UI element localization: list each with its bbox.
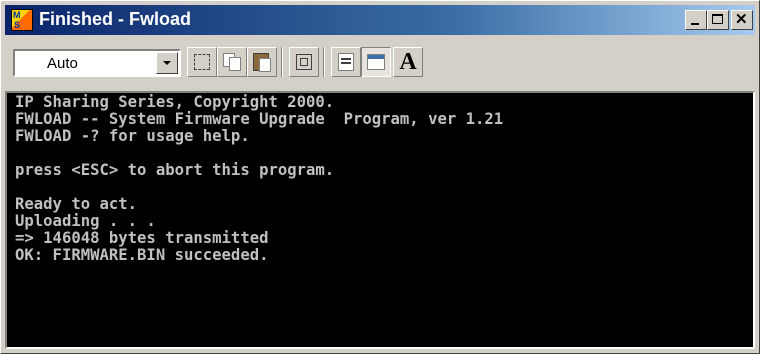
ms-dos-icon[interactable]: M S (11, 9, 33, 31)
toolbar-separator (281, 47, 283, 77)
close-icon: ✕ (735, 11, 748, 28)
toolbar-separator (323, 47, 325, 77)
close-button[interactable]: ✕ (731, 10, 753, 30)
font-icon: A (399, 49, 417, 75)
dos-window: M S Finished - Fwload ✕ Auto A IP Sharin… (0, 0, 760, 354)
full-screen-button[interactable] (289, 47, 319, 77)
console-line: OK: FIRMWARE.BIN succeeded. (15, 246, 269, 264)
console-line: FWLOAD -? for usage help. (15, 127, 250, 145)
mark-button[interactable] (187, 47, 217, 77)
icon-letter-s: S (14, 20, 21, 30)
console-line: press <ESC> to abort this program. (15, 161, 335, 179)
console-line: Ready to act. (15, 195, 138, 213)
maximize-icon (712, 14, 723, 24)
copy-button[interactable] (217, 47, 247, 77)
minimize-icon (691, 23, 699, 25)
maximize-button[interactable] (707, 10, 729, 30)
mark-icon (194, 54, 210, 70)
toolbar: Auto A (5, 37, 755, 91)
font-size-value: Auto (47, 55, 78, 72)
chevron-down-icon[interactable] (156, 52, 178, 74)
console-line: IP Sharing Series, Copyright 2000. (15, 93, 335, 111)
icon-letter-m: M (13, 10, 21, 20)
background-button[interactable] (361, 47, 391, 77)
properties-button[interactable] (331, 47, 361, 77)
window-title: Finished - Fwload (39, 9, 191, 29)
full-screen-icon (296, 54, 312, 70)
console-line: Uploading . . . (15, 212, 156, 230)
console-line: FWLOAD -- System Firmware Upgrade Progra… (15, 110, 504, 128)
title-bar[interactable]: M S Finished - Fwload ✕ (5, 5, 755, 35)
font-size-combo[interactable]: Auto (13, 49, 181, 77)
background-icon (367, 54, 385, 70)
minimize-button[interactable] (685, 10, 707, 30)
font-button[interactable]: A (393, 47, 423, 77)
console-output[interactable]: IP Sharing Series, Copyright 2000. FWLOA… (5, 91, 755, 349)
paste-button[interactable] (247, 47, 277, 77)
console-line: => 146048 bytes transmitted (15, 229, 269, 247)
